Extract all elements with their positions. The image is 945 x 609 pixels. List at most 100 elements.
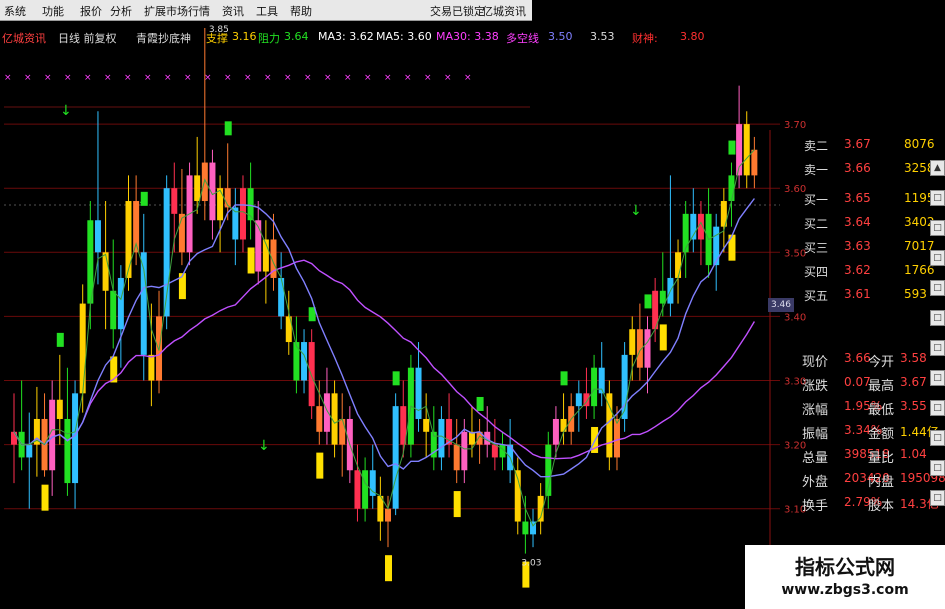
sell-signal-bar (56, 332, 64, 347)
sell-signal-bar (392, 371, 400, 386)
candle-body (591, 367, 598, 407)
indicator-name[interactable]: 青霞抄底神 (136, 30, 191, 46)
panel-button-9[interactable]: □ (930, 430, 945, 446)
panel-button-7[interactable]: □ (930, 370, 945, 386)
order-book-row[interactable]: 买一 3.65 1195 (776, 188, 945, 210)
panel-button-2[interactable]: □ (930, 220, 945, 236)
candle-body (423, 418, 430, 432)
stat-row: 换手 2.79% 股本 14.3亿 (776, 492, 945, 514)
panel-button-4[interactable]: □ (930, 280, 945, 296)
candle-body (217, 188, 224, 221)
order-price: 3.67 (844, 137, 871, 151)
stat-label-2: 金额 (868, 427, 895, 442)
menu-ext-market[interactable]: 扩展市场行情 (144, 3, 210, 19)
signal-mark: × (344, 73, 352, 83)
panel-button-10[interactable]: □ (930, 460, 945, 476)
candle-body (201, 162, 208, 202)
menu-quote[interactable]: 报价 (80, 3, 102, 19)
trade-lock-status[interactable]: 交易已锁定 (430, 3, 485, 19)
extra-value: 3.53 (590, 30, 615, 43)
target-label: 财神: (632, 32, 658, 45)
stat-label-2: 最低 (868, 403, 895, 418)
order-book-row[interactable]: 买三 3.63 7017 (776, 236, 945, 258)
candle-body (232, 207, 239, 240)
candle-body (415, 367, 422, 419)
stat-value-2: 3.58 (900, 351, 927, 365)
panel-button-6[interactable]: □ (930, 340, 945, 356)
menu-tools[interactable]: 工具 (256, 3, 278, 19)
resistance-value: 3.64 (284, 30, 309, 43)
candle-body (178, 213, 185, 253)
menu-info[interactable]: 资讯 (222, 3, 244, 19)
candle-body (316, 406, 323, 432)
chevron-up-icon[interactable]: ▲ (930, 160, 945, 176)
candle-body (323, 393, 330, 432)
stat-value-2: 1.04 (900, 447, 927, 461)
resistance-label: 阻力 (258, 32, 280, 45)
order-price: 3.65 (844, 191, 871, 205)
signal-mark: × (264, 73, 272, 83)
order-book-row[interactable]: 卖一 3.66 3258 (776, 158, 945, 180)
order-book-row[interactable]: 买四 3.62 1766 (776, 260, 945, 282)
order-book-row[interactable]: 买五 3.61 593 (776, 284, 945, 306)
signal-mark: × (144, 73, 152, 83)
stat-label: 涨幅 (802, 403, 829, 418)
buy-signal-bar (316, 452, 324, 479)
signal-mark: × (224, 73, 232, 83)
menu-help[interactable]: 帮助 (290, 3, 312, 19)
stat-label: 振幅 (802, 427, 829, 442)
panel-button-1[interactable]: □ (930, 190, 945, 206)
order-price: 3.66 (844, 161, 871, 175)
order-level-label: 买一 (804, 193, 829, 207)
stat-value-2: 3.55 (900, 399, 927, 413)
order-level-label: 买五 (804, 289, 829, 303)
menu-system[interactable]: 系统 (4, 3, 26, 19)
dkx-value: 3.50 (548, 30, 573, 43)
signal-mark: × (464, 73, 472, 83)
panel-button-11[interactable]: □ (930, 490, 945, 506)
order-price: 3.63 (844, 239, 871, 253)
order-book-row[interactable]: 卖二 3.67 8076 (776, 134, 945, 156)
panel-button-3[interactable]: □ (930, 250, 945, 266)
buy-signal-bar (453, 491, 461, 518)
low-price-label: 3.03 (521, 559, 541, 569)
panel-button-8[interactable]: □ (930, 400, 945, 416)
menu-analysis[interactable]: 分析 (110, 3, 132, 19)
signal-mark: × (444, 73, 452, 83)
order-book-row[interactable]: 买二 3.64 3402 (776, 212, 945, 234)
menu-function[interactable]: 功能 (42, 3, 64, 19)
ma3-line (13, 149, 755, 527)
candle-body (491, 444, 498, 458)
candle-body (308, 342, 315, 407)
candle-body (713, 226, 720, 266)
signal-mark: × (324, 73, 332, 83)
arrow-down-icon: ↓ (258, 438, 270, 454)
signal-mark: × (24, 73, 32, 83)
sell-signal-bar (728, 140, 736, 155)
order-level-label: 买三 (804, 241, 829, 255)
buy-signal-bar (247, 247, 255, 274)
signal-mark: × (384, 73, 392, 83)
candle-body (728, 175, 735, 202)
dkx-line (13, 198, 755, 478)
stat-row: 总量 398518 量比 1.04 (776, 444, 945, 466)
stat-row: 涨幅 1.95% 最低 3.55 (776, 396, 945, 418)
candle-body (743, 124, 750, 176)
menu-yicheng-info[interactable]: 亿城资讯 (482, 3, 526, 19)
stat-value: 3.66 (844, 351, 871, 365)
right-scroll-strip[interactable]: ▲ □ □ □ □ □ □ □ □ □ □ □ (929, 160, 945, 540)
candle-body (117, 277, 124, 330)
support-value: 3.16 (232, 30, 257, 43)
sell-signal-bar (476, 396, 484, 411)
candle-body (339, 418, 346, 445)
stat-label-2: 量比 (868, 451, 895, 466)
signal-mark: × (44, 73, 52, 83)
stat-label: 现价 (802, 355, 829, 370)
candle-body (194, 175, 201, 202)
chart-mode[interactable]: 日线 前复权 (58, 30, 117, 46)
candle-body (102, 252, 109, 291)
candle-body (438, 418, 445, 458)
order-price: 3.62 (844, 263, 871, 277)
candle-body (72, 393, 79, 484)
panel-button-5[interactable]: □ (930, 310, 945, 326)
